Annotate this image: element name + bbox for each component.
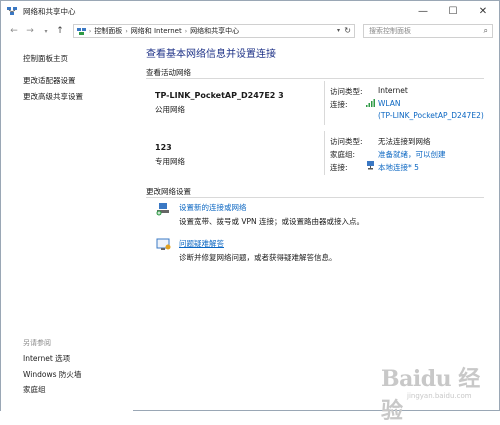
breadcrumb-network-internet[interactable]: 网络和 Internet xyxy=(128,26,185,36)
forward-arrow-icon[interactable]: → xyxy=(23,24,37,38)
title-bar: 网络和共享中心 — ☐ ✕ xyxy=(1,1,499,21)
up-arrow-icon[interactable]: ↑ xyxy=(53,24,67,38)
back-arrow-icon[interactable]: ← xyxy=(7,24,21,38)
control-panel-icon xyxy=(77,28,86,35)
homegroup-ready-link[interactable]: 准备就绪，可以创建 xyxy=(378,149,446,160)
network-type: 公用网络 xyxy=(155,105,185,114)
troubleshoot-problems-link[interactable]: 问题疑难解答 xyxy=(179,238,224,249)
network-sharing-center-window: 网络和共享中心 — ☐ ✕ ← → ▾ ↑ › 控制面板 › 网络和 Inter… xyxy=(0,0,500,424)
window-title: 网络和共享中心 xyxy=(23,7,76,16)
address-dropdown-icon[interactable]: ▾ xyxy=(337,27,340,34)
see-also-homegroup[interactable]: 家庭组 xyxy=(23,384,46,395)
change-settings-heading: 更改网络设置 xyxy=(146,187,191,196)
access-type-label: 访问类型: xyxy=(330,87,363,96)
network-type: 专用网络 xyxy=(155,157,185,166)
access-type-label: 访问类型: xyxy=(330,137,363,146)
wlan-connection-ssid-link[interactable]: (TP-LINK_PocketAP_D247E2) xyxy=(378,111,484,120)
sidebar-item-advanced-sharing-settings[interactable]: 更改高级共享设置 xyxy=(23,91,83,102)
access-type-value: Internet xyxy=(378,86,408,95)
new-connection-icon xyxy=(156,203,169,216)
maximize-button[interactable]: ☐ xyxy=(438,1,468,21)
connections-label: 连接: xyxy=(330,100,348,109)
setup-new-connection-description: 设置宽带、拨号或 VPN 连接；或设置路由器或接入点。 xyxy=(179,217,365,226)
troubleshoot-icon xyxy=(156,238,171,250)
close-button[interactable]: ✕ xyxy=(468,1,498,21)
see-also-windows-firewall[interactable]: Windows 防火墙 xyxy=(23,369,81,380)
wifi-signal-icon xyxy=(366,99,375,107)
sidebar-item-control-panel-home[interactable]: 控制面板主页 xyxy=(23,53,68,64)
recent-locations-chevron-icon[interactable]: ▾ xyxy=(39,24,53,38)
minimize-button[interactable]: — xyxy=(408,1,438,21)
connections-label: 连接: xyxy=(330,163,348,172)
address-bar[interactable]: › 控制面板 › 网络和 Internet › 网络和共享中心 ▾ ↻ xyxy=(73,24,355,38)
network-center-icon xyxy=(7,7,17,15)
network-name: TP-LINK_PocketAP_D247E2 3 xyxy=(155,91,284,100)
breadcrumb-network-sharing-center[interactable]: 网络和共享中心 xyxy=(187,26,242,36)
divider xyxy=(146,78,484,79)
network-name: 123 xyxy=(155,143,172,152)
access-type-value: 无法连接到网络 xyxy=(378,137,431,146)
wlan-connection-link[interactable]: WLAN xyxy=(378,99,401,108)
vertical-divider xyxy=(324,131,325,175)
baidu-watermark: Baidu 经验 jingyan.baidu.com xyxy=(373,359,495,424)
setup-new-connection-link[interactable]: 设置新的连接或网络 xyxy=(179,202,247,213)
search-placeholder: 搜索控制面板 xyxy=(369,27,411,35)
vertical-divider xyxy=(324,81,325,125)
search-input[interactable]: 搜索控制面板 ⌕ xyxy=(363,24,493,38)
breadcrumb-control-panel[interactable]: 控制面板 xyxy=(91,26,125,36)
ethernet-icon xyxy=(367,161,374,170)
sidebar: 控制面板主页 更改适配器设置 更改高级共享设置 另请参阅 Internet 选项… xyxy=(1,41,133,411)
divider xyxy=(146,197,484,198)
homegroup-label: 家庭组: xyxy=(330,150,356,159)
search-icon[interactable]: ⌕ xyxy=(484,25,488,37)
active-networks-heading: 查看活动网络 xyxy=(146,68,191,77)
see-also-heading: 另请参阅 xyxy=(23,339,51,347)
troubleshoot-description: 诊断并修复网络问题，或者获得疑难解答信息。 xyxy=(179,253,337,262)
page-title: 查看基本网络信息并设置连接 xyxy=(146,49,276,60)
sidebar-item-change-adapter-settings[interactable]: 更改适配器设置 xyxy=(23,75,76,86)
main-content: 查看基本网络信息并设置连接 查看活动网络 TP-LINK_PocketAP_D2… xyxy=(133,41,499,411)
see-also-internet-options[interactable]: Internet 选项 xyxy=(23,353,70,364)
watermark-url: jingyan.baidu.com xyxy=(407,392,472,400)
refresh-icon[interactable]: ↻ xyxy=(344,26,351,35)
local-connection-link[interactable]: 本地连接* 5 xyxy=(378,162,419,173)
navigation-bar: ← → ▾ ↑ › 控制面板 › 网络和 Internet › 网络和共享中心 … xyxy=(1,21,499,41)
